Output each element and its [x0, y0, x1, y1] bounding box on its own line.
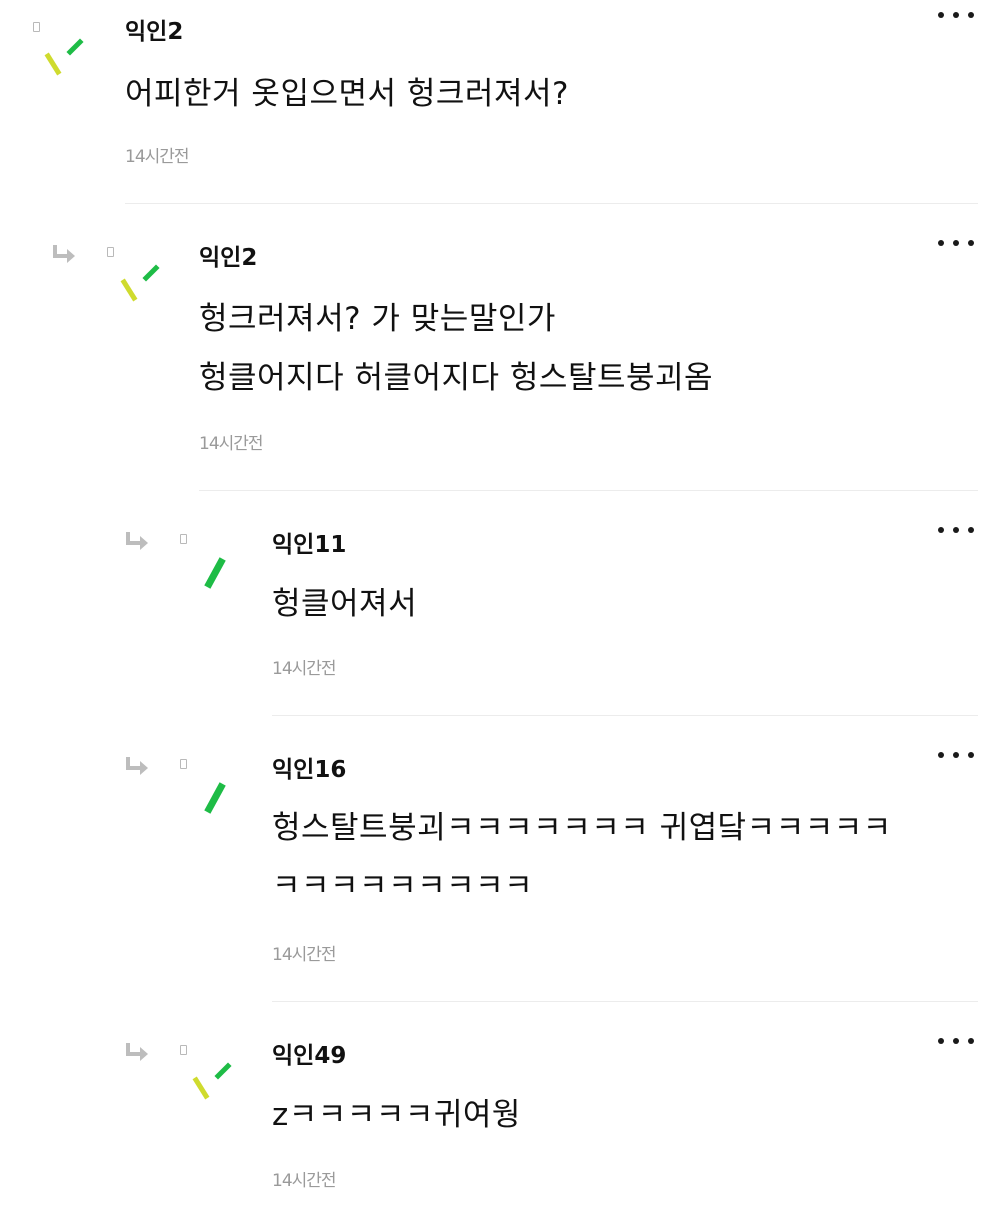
reply-arrow-icon — [126, 757, 148, 775]
avatar[interactable] — [116, 262, 164, 310]
author-name[interactable]: 익인16 — [272, 756, 346, 784]
comment-text: 헝스탈트붕괴ㅋㅋㅋㅋㅋㅋㅋ 귀엽닼ㅋㅋㅋㅋㅋ — [272, 810, 892, 846]
divider — [272, 715, 978, 716]
timestamp: 14시간전 — [272, 659, 337, 679]
comment-text: 헝클어지다 허클어지다 헝스탈트붕괴옴 — [199, 360, 714, 396]
more-options-icon[interactable] — [938, 748, 974, 762]
timestamp: 14시간전 — [272, 1171, 337, 1191]
comment-text: zㅋㅋㅋㅋㅋ귀여웡 — [272, 1097, 521, 1133]
more-options-icon[interactable] — [938, 236, 974, 250]
timestamp: 14시간전 — [125, 147, 190, 167]
divider — [272, 1001, 978, 1002]
reply-arrow-icon — [53, 245, 75, 263]
comment-text: 어피한거 옷입으면서 헝크러져서? — [125, 76, 569, 112]
comment-text: 헝클어져서 — [272, 586, 418, 622]
badge-icon — [180, 759, 187, 769]
divider — [125, 203, 978, 204]
badge-icon — [180, 1045, 187, 1055]
timestamp: 14시간전 — [272, 945, 337, 965]
author-name[interactable]: 익인49 — [272, 1042, 346, 1070]
comment-thread: 익인2 어피한거 옷입으면서 헝크러져서? 14시간전 익인2 헝크러져서? 가… — [0, 0, 1000, 1211]
avatar[interactable] — [195, 775, 243, 823]
more-options-icon[interactable] — [938, 523, 974, 537]
comment-text: ㅋㅋㅋㅋㅋㅋㅋㅋㅋ — [272, 868, 534, 904]
avatar[interactable] — [40, 36, 88, 84]
avatar[interactable] — [195, 550, 243, 598]
author-name[interactable]: 익인11 — [272, 531, 346, 559]
divider — [199, 490, 978, 491]
avatar[interactable] — [188, 1060, 236, 1108]
reply-arrow-icon — [126, 532, 148, 550]
author-name[interactable]: 익인2 — [199, 244, 257, 272]
badge-icon — [107, 247, 114, 257]
reply-arrow-icon — [126, 1043, 148, 1061]
badge-icon — [180, 534, 187, 544]
author-name[interactable]: 익인2 — [125, 18, 183, 46]
comment-text: 헝크러져서? 가 맞는말인가 — [199, 301, 556, 337]
more-options-icon[interactable] — [938, 1034, 974, 1048]
badge-icon — [33, 22, 40, 32]
more-options-icon[interactable] — [938, 8, 974, 22]
timestamp: 14시간전 — [199, 434, 264, 454]
